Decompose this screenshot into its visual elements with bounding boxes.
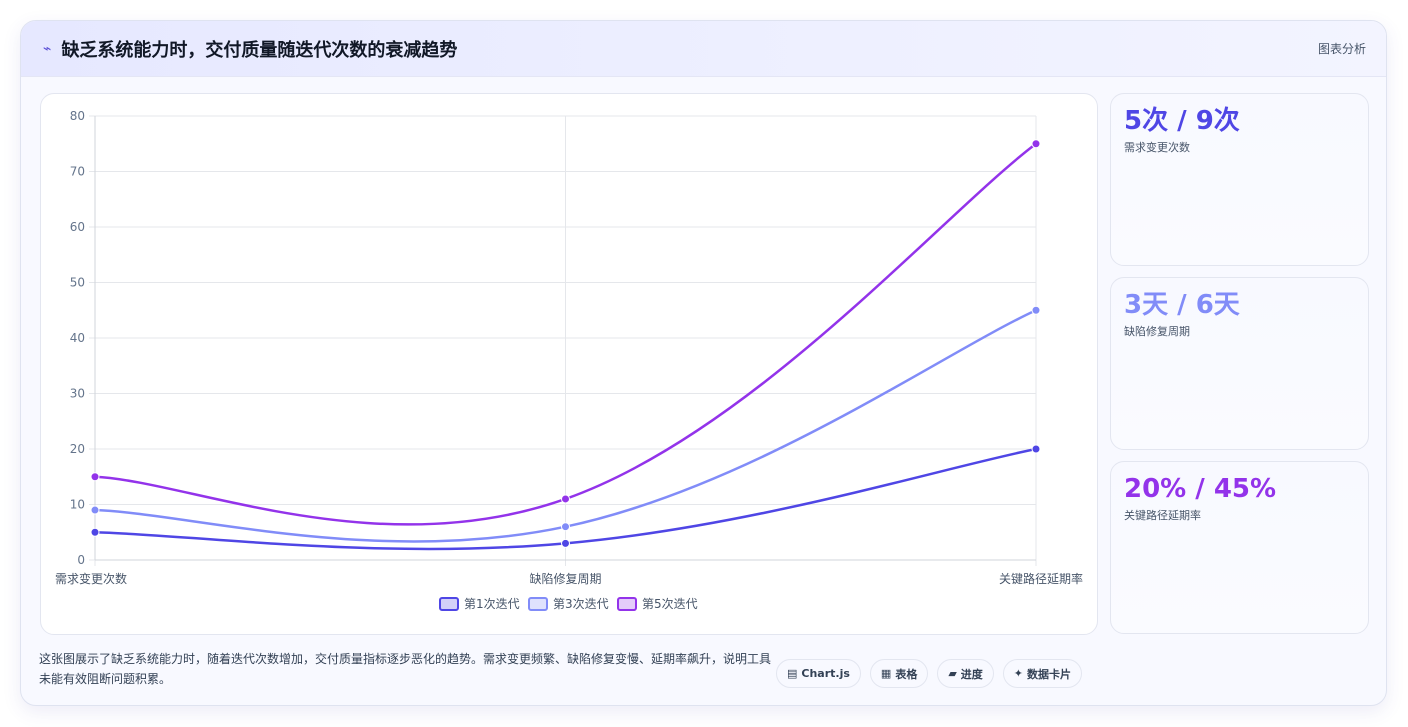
chip-chartjs[interactable]: ▤ Chart.js [776,659,861,688]
data-point [561,538,570,548]
data-point [1031,139,1041,149]
sparkle-icon: ✦ [1013,667,1024,680]
data-point [561,494,570,504]
legend-label: 第5次迭代 [642,597,698,611]
y-tick-label: 20 [70,442,85,456]
chart-line-icon: ⌁ [43,40,52,57]
legend-swatch [617,597,637,611]
chip-group: ▤ Chart.js ▦ 表格 ▰ 进度 ✦ 数据卡片 [776,659,1083,688]
legend-swatch [439,597,459,611]
data-point [1031,444,1041,454]
x-tick-label: 需求变更次数 [55,571,127,586]
data-point [1031,305,1041,315]
stat-label: 关键路径延期率 [1124,509,1201,522]
chart-analysis-tag: 图表分析 [1317,42,1366,56]
stat-label: 缺陷修复周期 [1124,325,1190,338]
stat-value: 3天 / 6天 [1124,290,1240,320]
legend-label: 第3次迭代 [553,597,609,611]
data-point [90,505,100,515]
y-tick-label: 30 [70,387,85,401]
y-tick-label: 40 [70,331,85,345]
data-point [90,527,100,537]
y-tick-label: 50 [70,276,85,290]
x-tick-label: 关键路径延期率 [999,571,1083,586]
card-title: 缺乏系统能力时，交付质量随迭代次数的衰减趋势 [61,39,458,61]
y-tick-label: 0 [77,553,85,567]
chart-icon: ▤ [787,667,798,680]
y-tick-label: 10 [70,498,85,512]
progress-icon: ▰ [948,667,957,680]
data-point [561,522,570,532]
stat-value: 20% / 45% [1124,474,1277,504]
chip-table[interactable]: ▦ 表格 [869,659,929,688]
stat-card-defect-cycle: 3天 / 6天 缺陷修复周期 [1110,277,1369,450]
card-header: ⌁ 缺乏系统能力时，交付质量随迭代次数的衰减趋势 图表分析 [21,21,1386,77]
y-tick-label: 70 [70,165,85,179]
y-tick-label: 60 [70,220,85,234]
legend-label: 第1次迭代 [464,597,520,611]
stat-card-delay-rate: 20% / 45% 关键路径延期率 [1110,461,1369,634]
stat-value: 5次 / 9次 [1124,106,1240,136]
chart-card: ⌁ 缺乏系统能力时，交付质量随迭代次数的衰减趋势 图表分析 0 10 20 30 40 5… [20,20,1387,706]
legend-swatch [528,597,548,611]
chip-label: 表格 [895,667,918,681]
line-chart: 0 10 20 30 40 50 60 70 80 需求变更次数 缺陷修复周期 关键路径延期率第1次迭… [55,109,1083,611]
chip-data-cards[interactable]: ✦ 数据卡片 [1002,659,1083,688]
chart-description: 这张图展示了缺乏系统能力时，随着迭代次数增加，交付质量指标逐步恶化的趋势。需求变… [39,652,772,686]
chart-panel: 0 10 20 30 40 50 60 70 80 需求变更次数 缺陷修复周期 关键路径延期率第1次迭… [40,93,1098,635]
y-tick-label: 80 [70,109,85,123]
chip-progress[interactable]: ▰ 进度 [937,659,994,688]
stat-label: 需求变更次数 [1124,141,1190,154]
chip-label: 数据卡片 [1027,667,1072,681]
chip-label: 进度 [960,667,983,681]
chip-label: Chart.js [801,667,850,680]
stat-card-requirements: 5次 / 9次 需求变更次数 [1110,93,1369,266]
title-wrap: ⌁ 缺乏系统能力时，交付质量随迭代次数的衰减趋势 [43,36,457,62]
table-icon: ▦ [880,667,892,680]
data-point [90,472,100,482]
x-tick-label: 缺陷修复周期 [529,571,601,586]
